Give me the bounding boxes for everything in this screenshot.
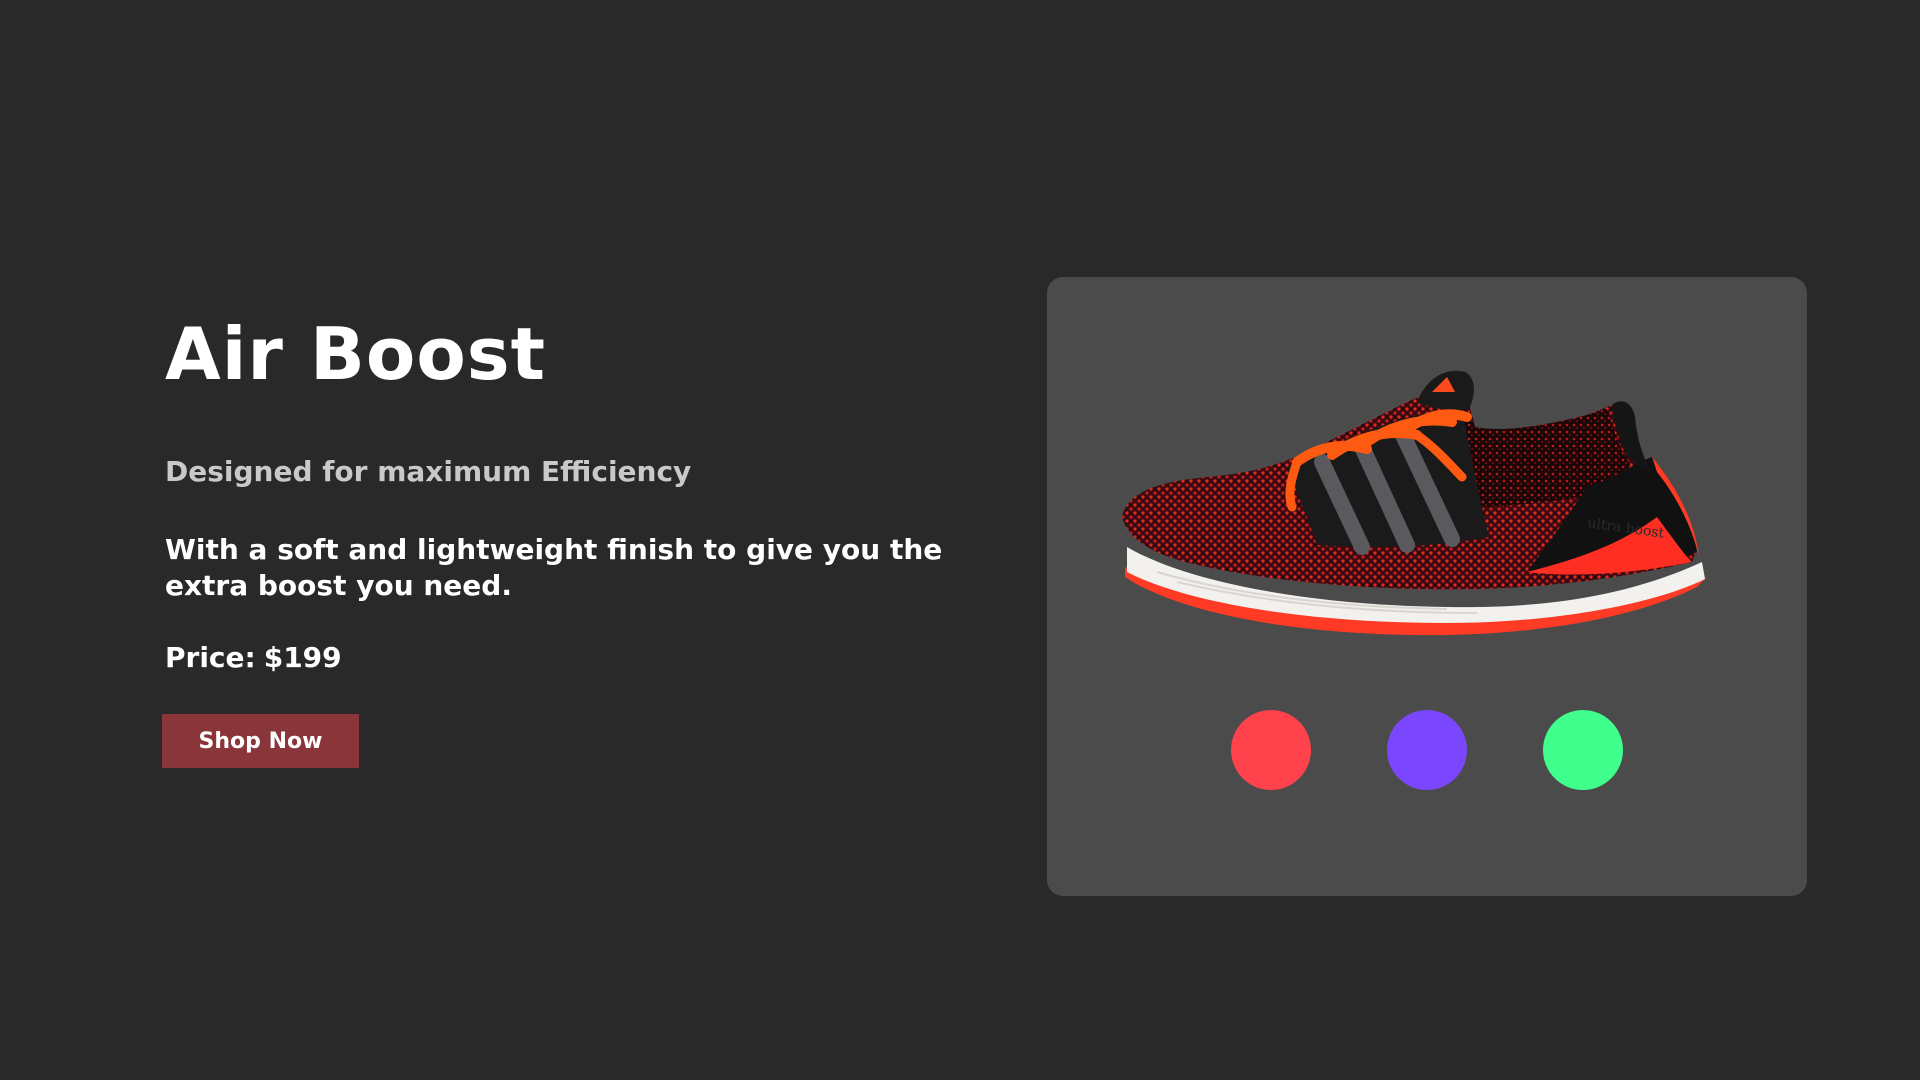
shop-now-button[interactable]: Shop Now [162,714,359,768]
product-description: With a soft and lightweight finish to gi… [165,533,943,602]
product-page: Air Boost Designed for maximum Efficienc… [0,0,1920,1080]
product-subtitle: Designed for maximum Efficiency [165,455,692,488]
price-value: $199 [263,641,342,674]
product-title: Air Boost [165,312,547,396]
price-label: Price: [165,641,256,674]
color-swatches [1047,710,1807,790]
product-card: ultra boost [1047,277,1807,896]
swatch-green[interactable] [1543,710,1623,790]
swatch-red[interactable] [1231,710,1311,790]
swatch-purple[interactable] [1387,710,1467,790]
product-price: Price: $199 [165,641,342,675]
shoe-image: ultra boost [1122,370,1707,636]
